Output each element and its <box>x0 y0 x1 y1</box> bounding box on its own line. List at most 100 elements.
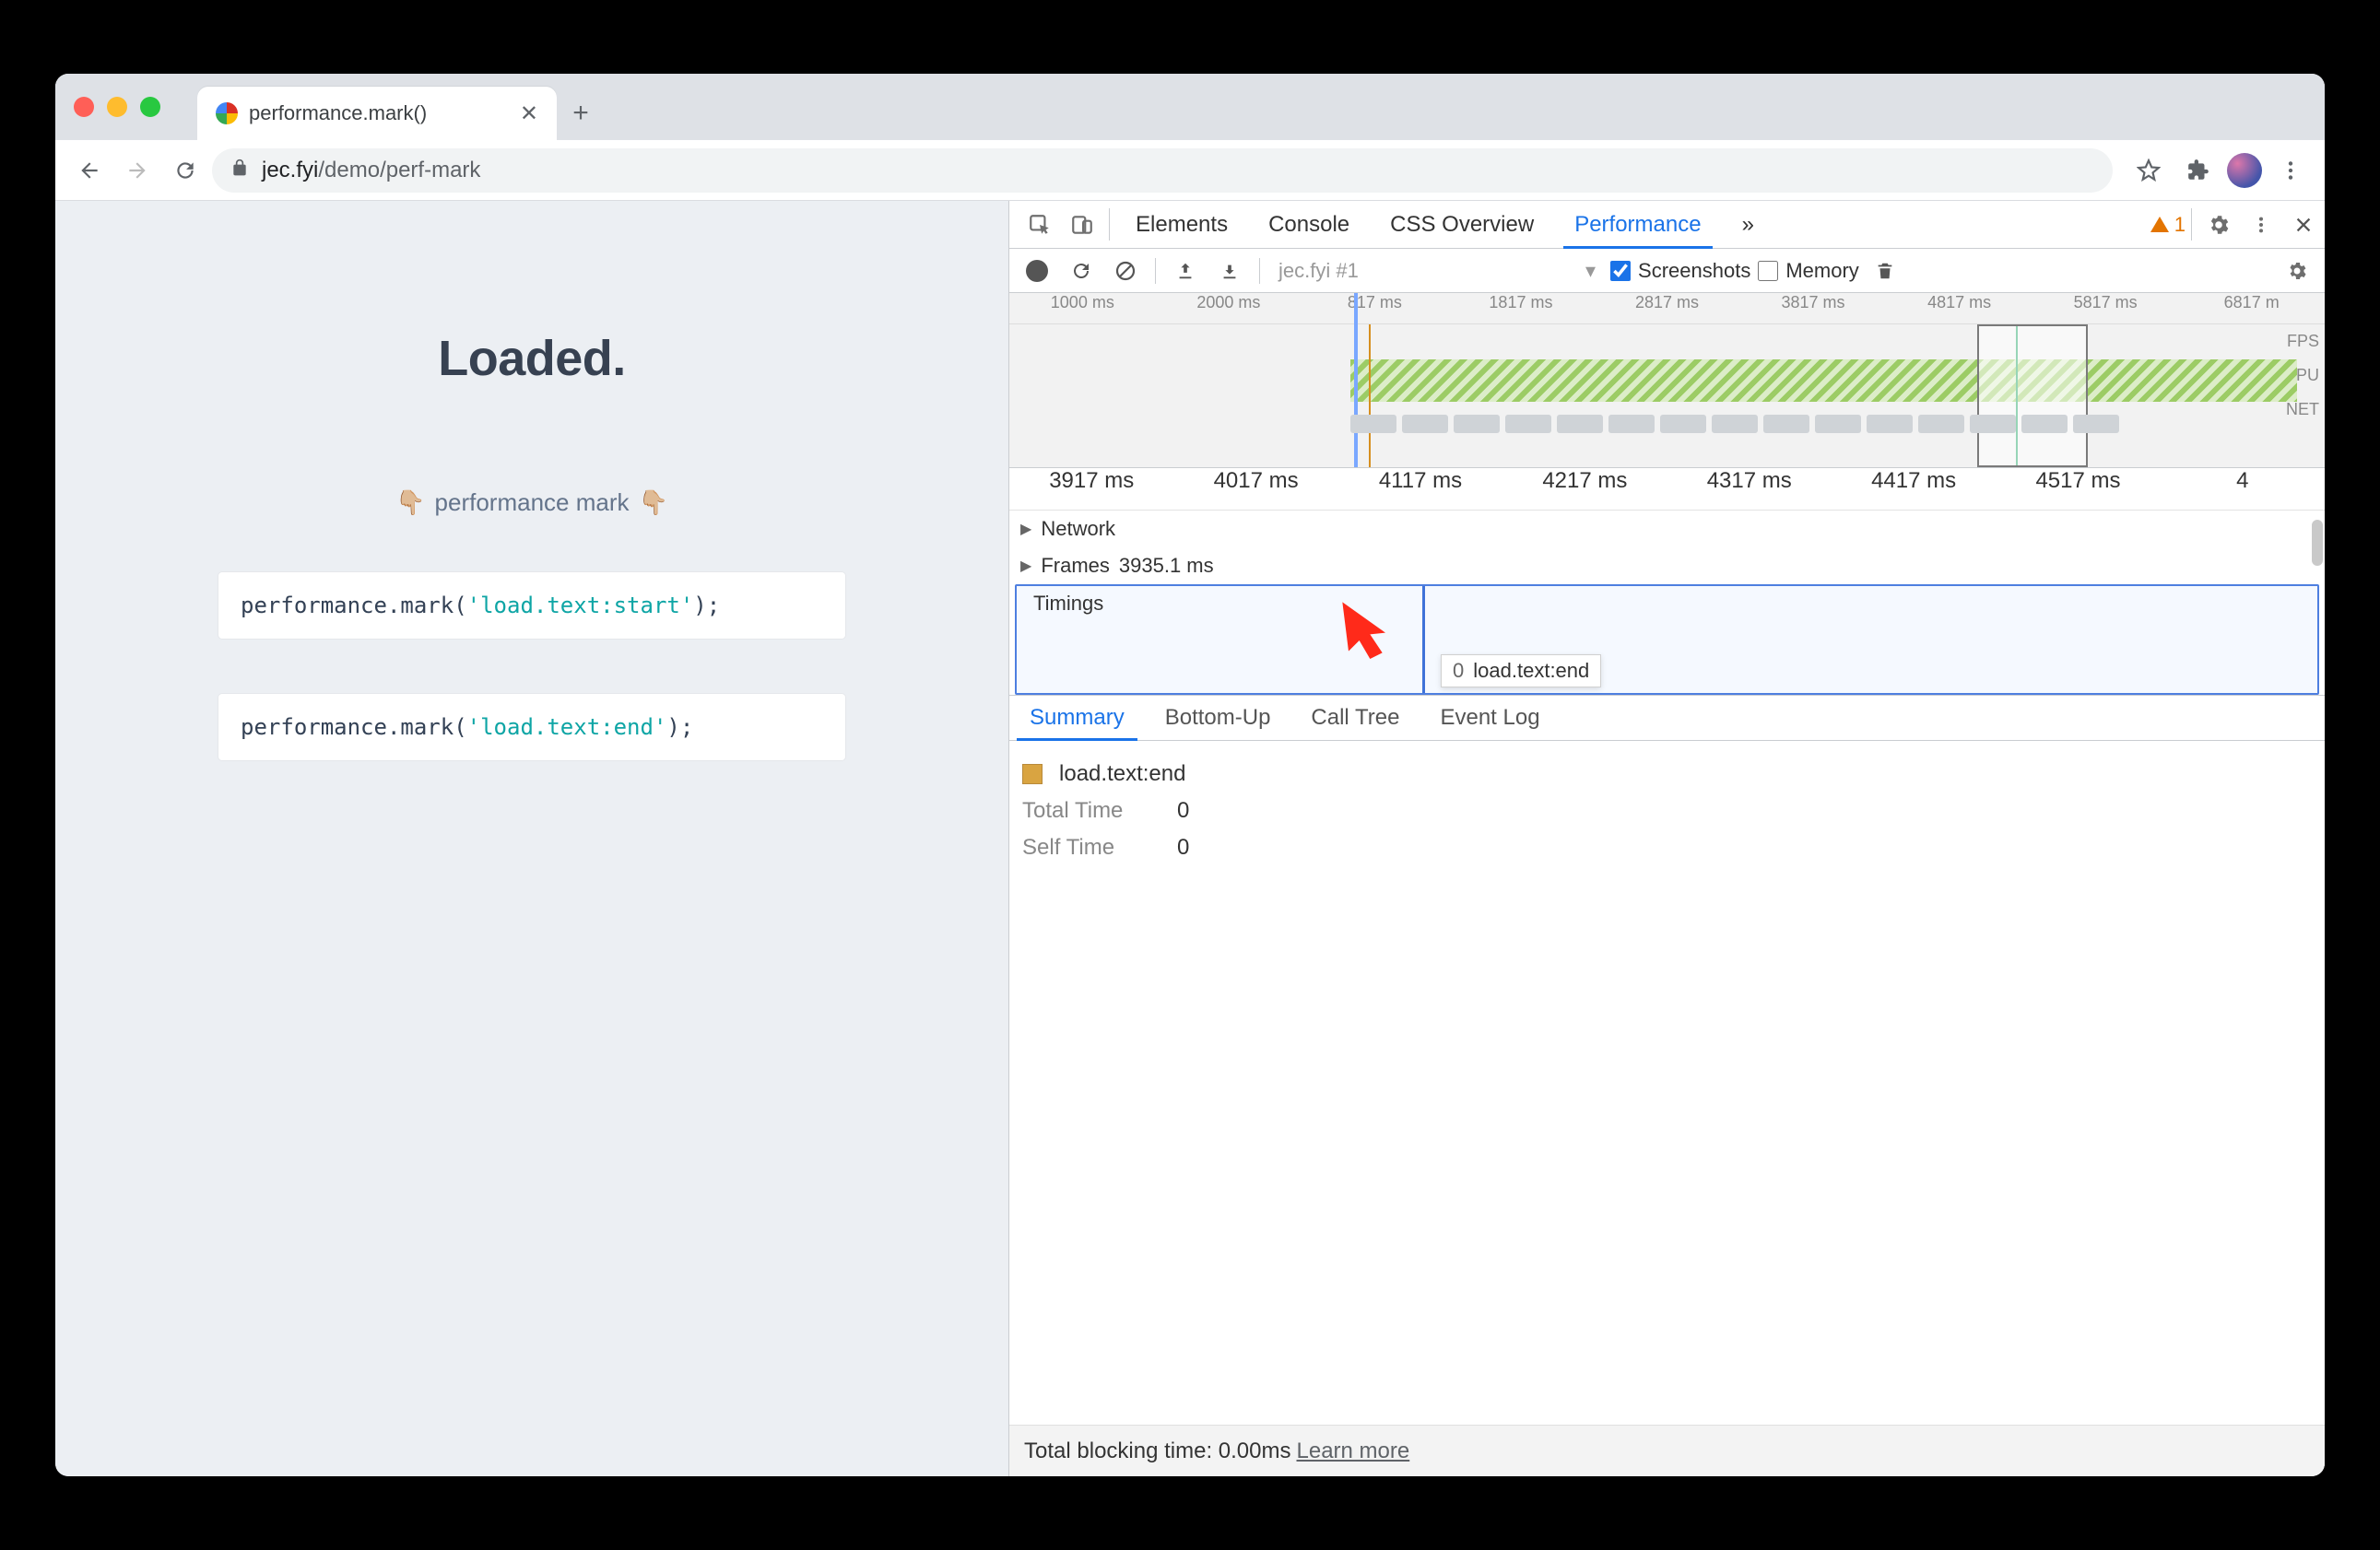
tab-elements[interactable]: Elements <box>1115 201 1248 248</box>
recording-label: jec.fyi #1 <box>1278 259 1359 283</box>
summary-self-value: 0 <box>1177 835 1189 861</box>
forward-button[interactable] <box>116 149 159 192</box>
reload-record-icon[interactable] <box>1063 252 1100 289</box>
tab-bottom-up[interactable]: Bottom-Up <box>1145 696 1291 740</box>
learn-more-link[interactable]: Learn more <box>1297 1438 1410 1464</box>
screenshots-toggle[interactable]: Screenshots <box>1610 259 1750 283</box>
tooltip-duration: 0 <box>1453 659 1464 683</box>
web-page: Loaded. 👇🏼 performance mark 👇🏼 performan… <box>55 201 1008 1476</box>
toolbar-right <box>2127 149 2312 192</box>
content-area: Loaded. 👇🏼 performance mark 👇🏼 performan… <box>55 201 2325 1476</box>
frames-value: 3935.1 ms <box>1119 554 1214 578</box>
memory-toggle[interactable]: Memory <box>1758 259 1858 283</box>
back-button[interactable] <box>68 149 111 192</box>
extensions-icon[interactable] <box>2177 149 2220 192</box>
inspect-icon[interactable] <box>1019 201 1061 248</box>
reload-button[interactable] <box>164 149 206 192</box>
url-text: jec.fyi/demo/perf-mark <box>262 158 480 183</box>
page-heading: Loaded. <box>438 330 626 387</box>
frames-track-row[interactable]: ▶ Frames 3935.1 ms <box>1009 547 2325 584</box>
tab-title: performance.mark() <box>249 101 509 125</box>
screenshots-checkbox[interactable] <box>1610 261 1631 281</box>
timings-track[interactable]: Timings 0 load.text:end <box>1015 584 2319 695</box>
tab-summary[interactable]: Summary <box>1009 696 1145 740</box>
point-down-icon: 👇🏼 <box>395 488 425 517</box>
close-window-button[interactable] <box>74 97 94 117</box>
point-down-icon: 👇🏼 <box>639 488 668 517</box>
bookmark-star-icon[interactable] <box>2127 149 2170 192</box>
browser-tab[interactable]: performance.mark() ✕ <box>197 87 557 140</box>
clear-icon[interactable] <box>1107 252 1144 289</box>
tab-console[interactable]: Console <box>1248 201 1370 248</box>
memory-checkbox[interactable] <box>1758 261 1778 281</box>
warnings-indicator[interactable]: 1 <box>2150 201 2186 248</box>
tab-css-overview[interactable]: CSS Overview <box>1370 201 1554 248</box>
net-track <box>1350 415 2297 433</box>
overview-cursor[interactable] <box>1354 293 1358 467</box>
perf-toolbar: jec.fyi #1 ▾ Screenshots Memory <box>1009 249 2325 293</box>
tabs-overflow-icon[interactable]: » <box>1722 201 1774 248</box>
tooltip-label: load.text:end <box>1473 659 1589 683</box>
summary-self-row: Self Time 0 <box>1022 829 2312 866</box>
minimize-window-button[interactable] <box>107 97 127 117</box>
blocking-time-text: Total blocking time: 0.00ms <box>1024 1438 1290 1464</box>
browser-menu-icon[interactable] <box>2269 149 2312 192</box>
overview-pane[interactable]: 1000 ms 2000 ms 817 ms 1817 ms 2817 ms 3… <box>1009 293 2325 468</box>
tab-event-log[interactable]: Event Log <box>1420 696 1560 740</box>
overview-marker <box>1369 324 1371 467</box>
code-snippet-start: performance.mark('load.text:start'); <box>218 572 845 639</box>
devtools-tabbar: Elements Console CSS Overview Performanc… <box>1009 201 2325 249</box>
summary-panel: load.text:end Total Time 0 Self Time 0 <box>1009 741 2325 881</box>
summary-name-row: load.text:end <box>1022 756 2312 793</box>
load-profile-icon[interactable] <box>1167 252 1204 289</box>
stage: { "browser": { "tab_title": "performance… <box>0 0 2380 1550</box>
overview-selection[interactable] <box>1977 324 2088 467</box>
code-snippet-end: performance.mark('load.text:end'); <box>218 694 845 760</box>
devtools-menu-icon[interactable] <box>2240 201 2282 248</box>
tracks-pane: ▶ Network ▶ Frames 3935.1 ms Timings 0 <box>1009 511 2325 695</box>
device-toggle-icon[interactable] <box>1061 201 1103 248</box>
warning-icon <box>2150 217 2169 232</box>
recording-select[interactable]: jec.fyi #1 ▾ <box>1271 259 1603 283</box>
zoom-window-button[interactable] <box>140 97 160 117</box>
summary-name: load.text:end <box>1059 761 1185 787</box>
network-track-row[interactable]: ▶ Network <box>1009 511 2325 547</box>
timing-marker[interactable] <box>1422 586 1425 693</box>
chevron-down-icon: ▾ <box>1585 259 1596 283</box>
disclosure-triangle-icon[interactable]: ▶ <box>1020 557 1031 575</box>
browser-window: performance.mark() ✕ + jec.fyi/demo/perf… <box>55 74 2325 1476</box>
tab-strip: performance.mark() ✕ + <box>55 74 2325 140</box>
summary-total-row: Total Time 0 <box>1022 793 2312 829</box>
close-devtools-icon[interactable] <box>2282 201 2325 248</box>
settings-gear-icon[interactable] <box>2197 201 2240 248</box>
timings-label: Timings <box>1033 592 1103 616</box>
record-button[interactable] <box>1019 252 1055 289</box>
summary-total-value: 0 <box>1177 798 1189 824</box>
new-tab-button[interactable]: + <box>562 95 599 132</box>
devtools-panel: Elements Console CSS Overview Performanc… <box>1008 201 2325 1476</box>
tab-call-tree[interactable]: Call Tree <box>1290 696 1420 740</box>
url-path: /demo/perf-mark <box>318 158 480 182</box>
address-bar[interactable]: jec.fyi/demo/perf-mark <box>212 148 2113 193</box>
garbage-collect-icon[interactable] <box>1867 252 1903 289</box>
tab-performance[interactable]: Performance <box>1554 201 1721 248</box>
devtools-footer: Total blocking time: 0.00ms Learn more <box>1009 1425 2325 1476</box>
favicon-icon <box>216 102 238 124</box>
close-tab-icon[interactable]: ✕ <box>520 100 538 127</box>
cpu-track <box>1350 359 2297 402</box>
flame-ruler[interactable]: 3917 ms 4017 ms 4117 ms 4217 ms 4317 ms … <box>1009 468 2325 511</box>
window-controls <box>74 97 160 117</box>
disclosure-triangle-icon[interactable]: ▶ <box>1020 520 1031 538</box>
subtitle-text: performance mark <box>435 488 630 517</box>
detail-tabbar: Summary Bottom-Up Call Tree Event Log <box>1009 695 2325 741</box>
browser-toolbar: jec.fyi/demo/perf-mark <box>55 140 2325 201</box>
url-host: jec.fyi <box>262 158 318 182</box>
capture-settings-icon[interactable] <box>2279 252 2315 289</box>
save-profile-icon[interactable] <box>1211 252 1248 289</box>
warning-count: 1 <box>2174 213 2186 237</box>
profile-avatar[interactable] <box>2227 153 2262 188</box>
lock-icon <box>230 158 249 183</box>
scrollbar-thumb[interactable] <box>2312 520 2323 566</box>
annotation-arrow-icon <box>1330 590 1404 666</box>
color-swatch <box>1022 764 1043 784</box>
